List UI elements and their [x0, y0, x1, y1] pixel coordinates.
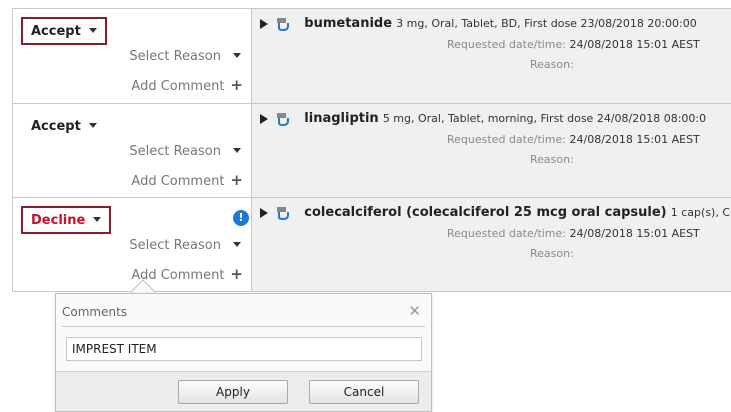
requested-datetime: Requested date/time: 24/08/2018 15:01 AE… — [447, 38, 700, 51]
action-cell: Decline ! Select Reason Add Comment + — [12, 198, 252, 291]
comment-input[interactable] — [66, 337, 422, 361]
chevron-down-icon — [233, 148, 241, 153]
pill-icon — [277, 206, 290, 220]
requested-label: Requested date/time: — [447, 38, 566, 51]
decision-label: Accept — [31, 119, 81, 134]
dose-details: 3 mg, Oral, Tablet, BD, First dose 23/08… — [396, 17, 697, 30]
drug-name: colecalciferol (colecalciferol 25 mcg or… — [304, 205, 667, 220]
plus-icon: + — [230, 76, 243, 94]
select-reason-label: Select Reason — [129, 144, 221, 159]
requested-datetime: Requested date/time: 24/08/2018 15:01 AE… — [447, 227, 700, 240]
reason-label: Reason: — [530, 58, 574, 71]
chevron-down-icon — [88, 123, 97, 128]
pill-icon — [277, 17, 290, 31]
triangle-right-icon[interactable] — [260, 18, 268, 29]
chevron-down-icon — [233, 53, 241, 58]
dose-details: 1 cap(s), C — [670, 206, 731, 219]
popup-footer: Apply Cancel — [56, 371, 431, 411]
reason-label: Reason: — [530, 247, 574, 260]
drug-name: linagliptin — [304, 111, 379, 126]
table-row: Accept Select Reason Add Comment + bumeta… — [12, 9, 731, 104]
pill-icon — [277, 112, 290, 126]
medication-line: linagliptin 5 mg, Oral, Tablet, morning,… — [260, 111, 706, 126]
add-comment-label: Add Comment — [131, 79, 225, 94]
requested-value: 24/08/2018 15:01 AEST — [569, 133, 700, 146]
chevron-down-icon — [88, 28, 97, 33]
table-row: Accept Select Reason Add Comment + linagl… — [12, 104, 731, 198]
select-reason-dropdown[interactable]: Select Reason — [129, 238, 241, 253]
popup-title: Comments — [62, 305, 128, 319]
requested-label: Requested date/time: — [447, 227, 566, 240]
decision-dropdown[interactable]: Decline — [21, 206, 112, 234]
table-row: Decline ! Select Reason Add Comment + col… — [12, 198, 731, 292]
decision-dropdown[interactable]: Accept — [21, 17, 107, 45]
add-comment-button[interactable]: Add Comment + — [131, 265, 243, 284]
select-reason-label: Select Reason — [129, 49, 221, 64]
plus-icon: + — [230, 265, 243, 283]
chevron-down-icon — [93, 217, 102, 222]
apply-button[interactable]: Apply — [178, 380, 288, 404]
select-reason-dropdown[interactable]: Select Reason — [129, 49, 241, 64]
info-icon[interactable]: ! — [233, 210, 249, 226]
action-cell: Accept Select Reason Add Comment + — [12, 9, 252, 103]
medication-line: bumetanide 3 mg, Oral, Tablet, BD, First… — [260, 16, 697, 31]
reason-label: Reason: — [530, 153, 574, 166]
order-detail-cell: bumetanide 3 mg, Oral, Tablet, BD, First… — [252, 9, 731, 103]
order-detail-cell: colecalciferol (colecalciferol 25 mcg or… — [252, 198, 731, 291]
action-cell: Accept Select Reason Add Comment + — [12, 104, 252, 197]
popup-divider — [62, 326, 425, 327]
plus-icon: + — [230, 171, 243, 189]
add-comment-label: Add Comment — [131, 174, 225, 189]
add-comment-button[interactable]: Add Comment + — [131, 76, 243, 95]
requested-datetime: Requested date/time: 24/08/2018 15:01 AE… — [447, 133, 700, 146]
cancel-button[interactable]: Cancel — [309, 380, 419, 404]
requested-value: 24/08/2018 15:01 AEST — [569, 227, 700, 240]
dose-details: 5 mg, Oral, Tablet, morning, First dose … — [382, 112, 707, 125]
medication-line: colecalciferol (colecalciferol 25 mcg or… — [260, 205, 730, 220]
drug-name: bumetanide — [304, 16, 393, 31]
requested-label: Requested date/time: — [447, 133, 566, 146]
requested-value: 24/08/2018 15:01 AEST — [569, 38, 700, 51]
close-icon[interactable]: ✕ — [408, 302, 421, 320]
comments-popup: Comments ✕ Apply Cancel — [55, 293, 432, 412]
decision-dropdown[interactable]: Accept — [21, 112, 107, 140]
triangle-right-icon[interactable] — [260, 113, 268, 124]
triangle-right-icon[interactable] — [260, 207, 268, 218]
order-detail-cell: linagliptin 5 mg, Oral, Tablet, morning,… — [252, 104, 731, 197]
select-reason-dropdown[interactable]: Select Reason — [129, 144, 241, 159]
chevron-down-icon — [233, 242, 241, 247]
add-comment-button[interactable]: Add Comment + — [131, 171, 243, 190]
medication-reconciliation-table: Accept Select Reason Add Comment + bumeta… — [12, 8, 731, 292]
select-reason-label: Select Reason — [129, 238, 221, 253]
decision-label: Decline — [31, 213, 86, 228]
decision-label: Accept — [31, 24, 81, 39]
